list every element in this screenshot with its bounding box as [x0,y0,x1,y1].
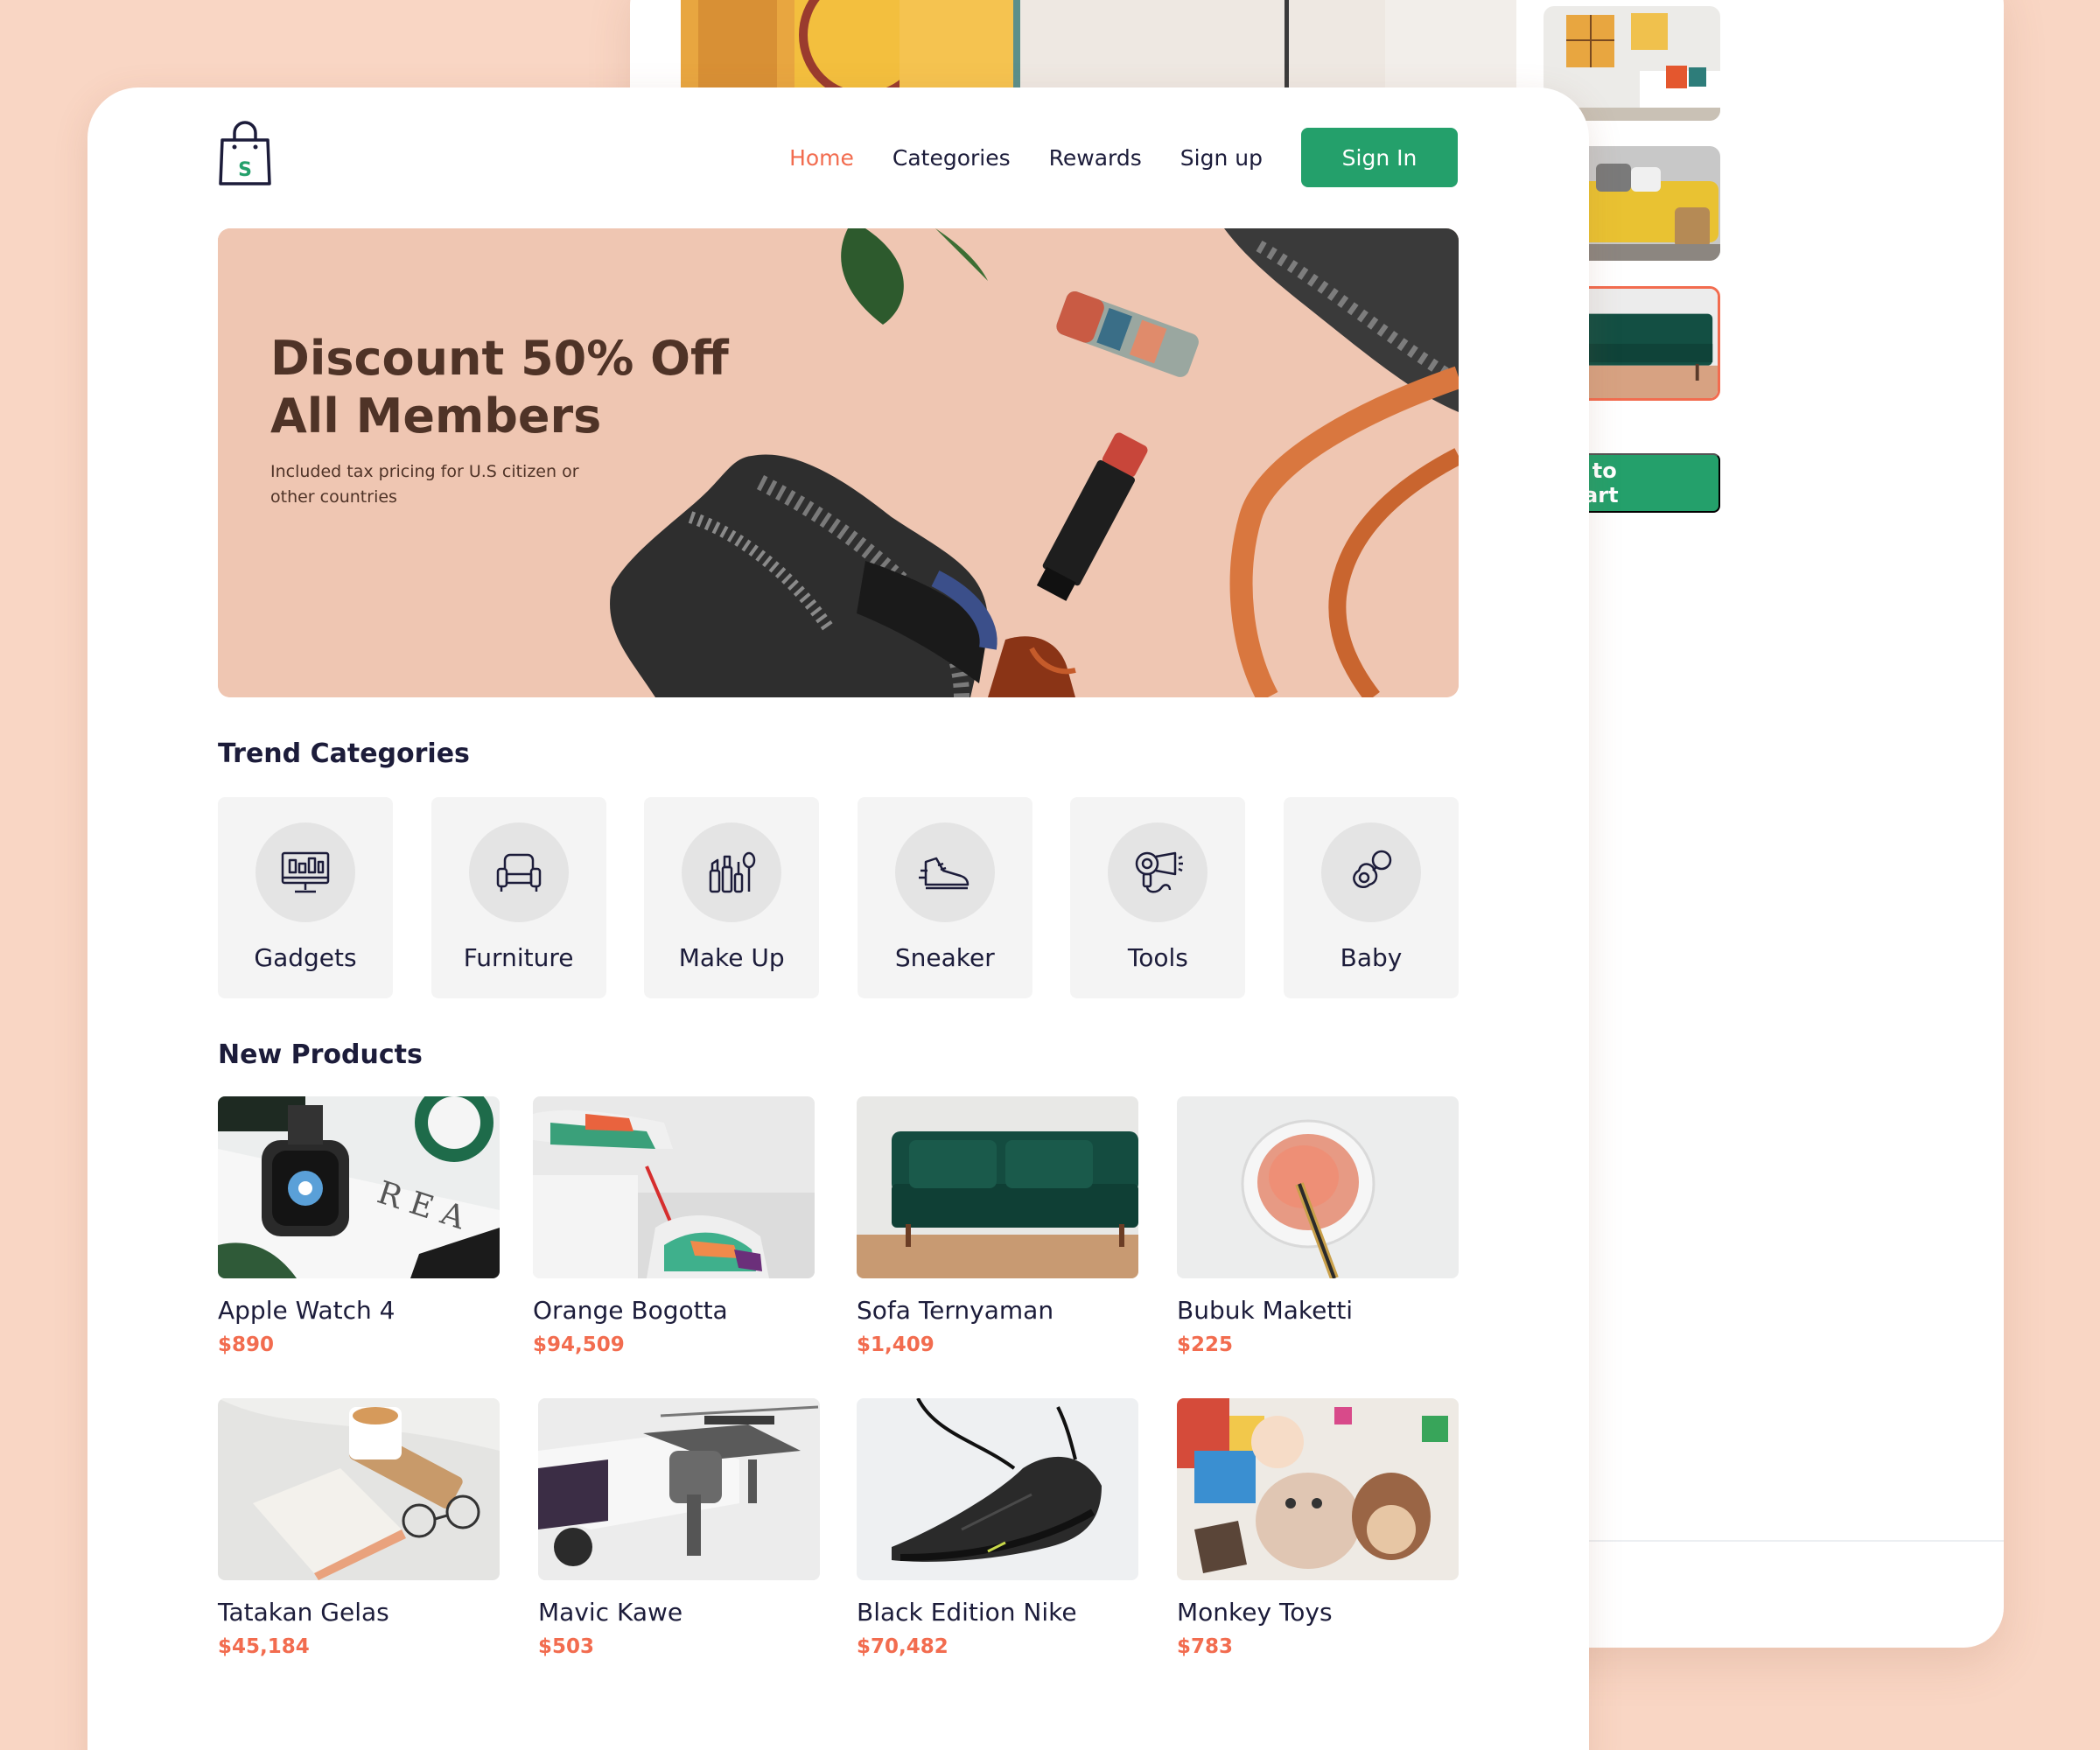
product-price: $783 [1177,1635,1234,1658]
product-card[interactable]: Monkey Toys $783 [1177,1398,1459,1658]
category-tools[interactable]: Tools [1070,797,1246,998]
product-card[interactable]: Mavic Kawe $503 [538,1398,820,1658]
category-label: Sneaker [894,943,995,972]
category-label: Tools [1127,943,1188,972]
nav-home[interactable]: Home [789,145,854,171]
product-name: Monkey Toys [1177,1598,1333,1627]
product-name: Bubuk Maketti [1177,1296,1354,1325]
makeup-icon [682,822,782,922]
product-main-image [681,0,1516,96]
category-make-up[interactable]: Make Up [644,797,820,998]
product-name: Tatakan Gelas [218,1598,389,1627]
product-name: Apple Watch 4 [218,1296,396,1325]
product-card[interactable]: R E A Apple Watch 4 $890 [218,1096,500,1356]
category-gadgets[interactable]: Gadgets [218,797,393,998]
product-image [1177,1096,1459,1278]
sneaker-icon [894,822,995,922]
sign-in-button[interactable]: Sign In [1301,128,1458,187]
product-card[interactable]: Orange Bogotta $94,509 [533,1096,815,1356]
product-price: $70,482 [857,1635,948,1658]
category-baby[interactable]: Baby [1283,797,1459,998]
category-sneaker[interactable]: Sneaker [857,797,1032,998]
product-name: Sofa Ternyaman [857,1296,1054,1325]
product-price: $225 [1177,1334,1234,1356]
product-image: R E A [218,1096,500,1278]
product-image [538,1398,820,1580]
product-price: $503 [538,1635,595,1658]
pacifier-icon [1320,822,1421,922]
shopping-bag-logo-icon[interactable]: S [217,121,273,187]
category-label: Make Up [678,943,785,972]
nav-rewards[interactable]: Rewards [1049,145,1142,171]
product-price: $94,509 [533,1334,625,1356]
product-image [857,1398,1138,1580]
nav-sign-up[interactable]: Sign up [1180,145,1263,171]
category-label: Gadgets [254,943,357,972]
product-name: Black Edition Nike [857,1598,1077,1627]
new-products-title: New Products [218,1040,423,1070]
product-price: $890 [218,1334,275,1356]
product-name: Mavic Kawe [538,1598,683,1627]
hero-subtitle: Included tax pricing for U.S citizen or … [270,462,579,507]
hero-title: Discount 50% Off All Members [270,331,729,444]
category-label: Baby [1340,943,1403,972]
product-image [218,1398,500,1580]
svg-text:S: S [238,159,252,181]
product-card[interactable]: Tatakan Gelas $45,184 [218,1398,500,1658]
product-card[interactable]: Bubuk Maketti $225 [1177,1096,1459,1356]
category-list: Gadgets Furniture Make Up Sneaker Tools … [218,797,1459,998]
monitor-icon [256,822,355,922]
product-card[interactable]: Sofa Ternyaman $1,409 [857,1096,1138,1356]
product-name: Orange Bogotta [533,1296,728,1325]
product-price: $45,184 [218,1635,310,1658]
category-furniture[interactable]: Furniture [430,797,606,998]
home-page: S Home Categories Rewards Sign up Sign I… [88,88,1589,1750]
product-price: $1,409 [857,1334,934,1356]
armchair-icon [468,822,569,922]
product-image [857,1096,1138,1278]
hero-banner[interactable]: Discount 50% Off All Members Included ta… [218,228,1459,697]
nav-categories[interactable]: Categories [892,145,1011,171]
hair-dryer-icon [1108,822,1208,922]
trend-categories-title: Trend Categories [218,738,470,769]
product-image [1177,1398,1459,1580]
product-card[interactable]: Black Edition Nike $70,482 [857,1398,1138,1658]
main-nav: Home Categories Rewards Sign up Sign In [789,128,1458,187]
product-image [533,1096,815,1278]
category-label: Furniture [463,943,574,972]
